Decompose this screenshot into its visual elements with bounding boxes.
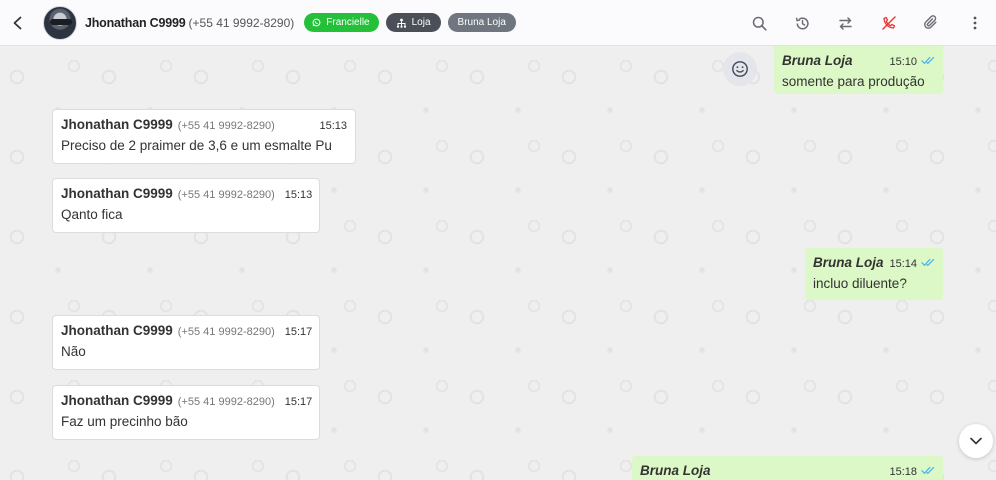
sitemap-icon — [396, 18, 407, 28]
message-text: Faz um precinho bão — [61, 414, 188, 429]
tag-label: Francielle — [326, 17, 370, 28]
message-sender-phone: (+55 41 9992-8290) — [177, 326, 275, 338]
whatsapp-icon — [312, 18, 321, 27]
message-text: somente para produção — [782, 74, 925, 89]
message-incoming[interactable]: Jhonathan C9999 (+55 41 9992-8290) 15:13… — [52, 109, 356, 164]
message-sender: Jhonathan C9999 — [61, 186, 173, 201]
message-sender: Bruna Loja — [640, 463, 711, 478]
message-text: Qanto fica — [61, 207, 123, 222]
message-sender-phone: (+55 41 9992-8290) — [177, 189, 275, 201]
chevron-down-icon — [970, 437, 982, 445]
tag-loja[interactable]: Loja — [385, 13, 441, 32]
tag-label: Bruna Loja — [457, 17, 506, 28]
transfer-icon — [839, 16, 852, 30]
end-conversation-button[interactable] — [867, 0, 910, 46]
chat-header: Jhonathan C9999 (+55 41 9992-8290) Franc… — [0, 0, 996, 46]
message-time: 15:14 — [889, 258, 918, 270]
more-vertical-icon — [973, 16, 976, 30]
end-call-icon — [881, 16, 896, 30]
contact-avatar[interactable] — [43, 5, 77, 40]
message-outgoing[interactable]: Bruna Loja 15:18 — [632, 456, 943, 480]
message-time: 15:18 — [889, 466, 917, 478]
message-outgoing[interactable]: Bruna Loja 15:14 incluo diluente? — [805, 248, 943, 300]
message-time: 15:13 — [319, 120, 347, 132]
message-time: 15:17 — [284, 396, 313, 408]
attach-button[interactable] — [910, 0, 953, 46]
message-time: 15:10 — [889, 56, 917, 68]
message-sender-phone: (+55 41 9992-8290) — [177, 396, 275, 408]
message-text: Preciso de 2 praimer de 3,6 e um esmalte… — [61, 138, 332, 153]
message-incoming[interactable]: Jhonathan C9999 (+55 41 9992-8290) 15:13… — [52, 178, 320, 233]
message-sender: Jhonathan C9999 — [61, 323, 173, 338]
message-incoming[interactable]: Jhonathan C9999 (+55 41 9992-8290) 15:17… — [52, 385, 320, 440]
double-check-icon — [921, 258, 935, 267]
attach-icon — [924, 15, 937, 29]
transfer-button[interactable] — [824, 0, 867, 46]
contact-name[interactable]: Jhonathan C9999 — [85, 16, 186, 30]
search-icon — [752, 16, 767, 31]
message-text: incluo diluente? — [813, 276, 907, 291]
search-button[interactable] — [738, 0, 781, 46]
message-sender: Bruna Loja — [782, 53, 853, 68]
tag-label: Loja — [411, 17, 431, 28]
message-time: 15:13 — [284, 189, 313, 201]
history-button[interactable] — [781, 0, 824, 46]
message-incoming[interactable]: Jhonathan C9999 (+55 41 9992-8290) 15:17… — [52, 315, 320, 370]
reaction-button[interactable] — [723, 52, 757, 86]
back-button[interactable] — [0, 0, 36, 46]
chevron-left-icon — [13, 16, 22, 29]
double-check-icon — [921, 466, 935, 475]
more-options-button[interactable] — [953, 0, 996, 46]
message-text: Não — [61, 344, 86, 359]
smiley-icon — [732, 61, 748, 77]
history-icon — [795, 16, 809, 29]
message-sender: Jhonathan C9999 — [61, 117, 173, 132]
scroll-to-bottom-button[interactable] — [959, 424, 993, 458]
message-sender: Jhonathan C9999 — [61, 393, 173, 408]
tag-francielle[interactable]: Francielle — [304, 13, 379, 32]
message-outgoing[interactable]: Bruna Loja 15:10 somente para produção — [774, 46, 943, 94]
contact-phone: (+55 41 9992-8290) — [188, 15, 295, 30]
double-check-icon — [921, 56, 935, 65]
message-sender-phone: (+55 41 9992-8290) — [177, 120, 275, 132]
message-time: 15:17 — [284, 326, 313, 338]
header-actions — [738, 0, 996, 46]
tag-bruna-loja[interactable]: Bruna Loja — [447, 13, 516, 32]
message-sender: Bruna Loja — [813, 255, 884, 270]
message-list[interactable]: Bruna Loja 15:10 somente para produção J… — [0, 46, 996, 480]
